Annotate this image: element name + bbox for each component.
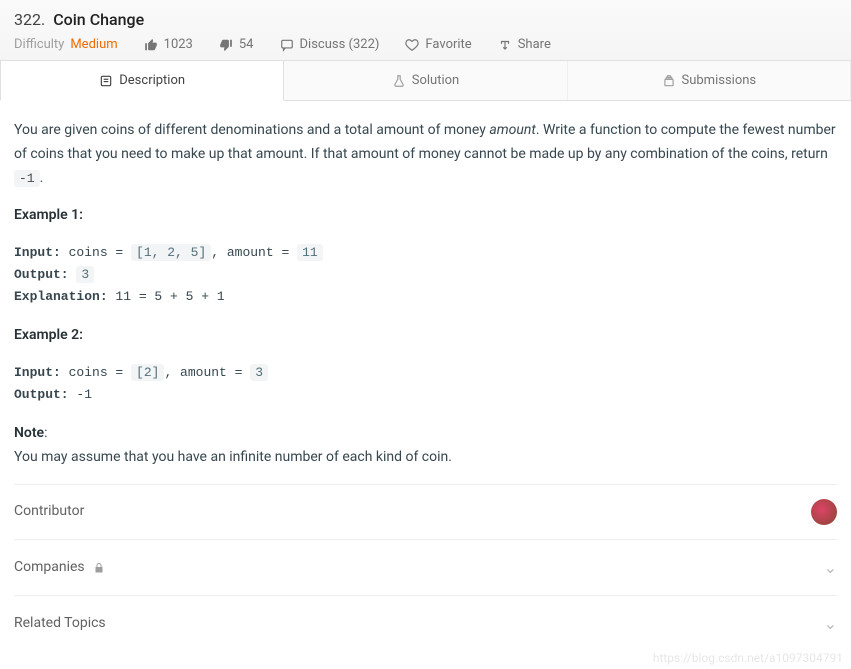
example1-block: Input: coins = [1, 2, 5], amount = 11 Ou…: [14, 242, 837, 308]
ex2-coins: [2]: [131, 364, 164, 381]
discuss-button[interactable]: Discuss (322): [280, 37, 380, 52]
tab-description[interactable]: Description: [0, 61, 284, 101]
description-icon: [99, 74, 113, 88]
contributor-avatar[interactable]: [811, 499, 837, 525]
tab-submissions[interactable]: Submissions: [568, 61, 851, 100]
example1-heading: Example 1:: [14, 207, 83, 223]
lock-icon: [93, 562, 105, 574]
intro-text-c: .: [40, 170, 44, 186]
ex1-expl-val: 11 = 5 + 5 + 1: [108, 289, 225, 304]
chevron-down-icon: ⌄: [824, 554, 837, 581]
dislike-count: 54: [239, 37, 254, 52]
contributor-label: Contributor: [14, 500, 84, 524]
related-topics-row[interactable]: Related Topics ⌄: [14, 595, 837, 651]
neg1-code: -1: [14, 170, 40, 187]
meta-row: Difficulty Medium 1023 54 Discuss (322) …: [14, 37, 837, 52]
tab-bar: Description Solution Submissions: [0, 61, 851, 101]
problem-intro: You are given coins of different denomin…: [14, 119, 837, 190]
ex1-input-label: Input:: [14, 245, 61, 260]
companies-label: Companies: [14, 556, 85, 580]
companies-row[interactable]: Companies ⌄: [14, 539, 837, 595]
like-button[interactable]: 1023: [144, 37, 193, 52]
ex1-input-a: coins =: [61, 245, 131, 260]
difficulty-value: Medium: [70, 37, 117, 52]
example2-heading: Example 2:: [14, 327, 83, 343]
problem-title: Coin Change: [53, 10, 144, 29]
note-heading: Note: [14, 425, 44, 441]
comment-icon: [280, 38, 294, 52]
ex1-amount: 11: [297, 244, 323, 261]
difficulty: Difficulty Medium: [14, 37, 118, 52]
discuss-label: Discuss (322): [300, 37, 380, 52]
ex2-output-val: -1: [69, 387, 92, 402]
note-body: You may assume that you have an infinite…: [14, 449, 452, 465]
ex2-amount: 3: [250, 364, 268, 381]
flask-icon: [392, 74, 406, 88]
ex1-output-val: 3: [76, 266, 94, 283]
intro-text-a: You are given coins of different denomin…: [14, 122, 489, 138]
thumb-up-icon: [144, 38, 158, 52]
tab-solution[interactable]: Solution: [284, 61, 567, 100]
ex2-input-label: Input:: [14, 365, 61, 380]
note-block: Note: You may assume that you have an in…: [14, 422, 837, 470]
ex2-output-label: Output:: [14, 387, 69, 402]
thumb-down-icon: [219, 38, 233, 52]
tab-description-label: Description: [119, 73, 185, 88]
problem-content: You are given coins of different denomin…: [0, 101, 851, 669]
share-button[interactable]: Share: [498, 37, 551, 52]
ex2-input-b: , amount =: [164, 365, 250, 380]
stack-icon: [662, 74, 676, 88]
share-label: Share: [518, 37, 551, 52]
contributor-row[interactable]: Contributor: [14, 484, 837, 539]
title-row: 322. Coin Change: [14, 10, 837, 29]
difficulty-label: Difficulty: [14, 37, 64, 52]
problem-number: 322.: [14, 10, 45, 29]
favorite-button[interactable]: Favorite: [405, 37, 471, 52]
ex1-input-b: , amount =: [211, 245, 297, 260]
dislike-button[interactable]: 54: [219, 37, 254, 52]
ex2-input-a: coins =: [61, 365, 131, 380]
problem-header: 322. Coin Change Difficulty Medium 1023 …: [0, 0, 851, 61]
amount-em: amount: [489, 122, 535, 138]
favorite-label: Favorite: [425, 37, 471, 52]
share-icon: [498, 38, 512, 52]
chevron-down-icon: ⌄: [824, 610, 837, 637]
tab-solution-label: Solution: [412, 73, 459, 88]
related-label: Related Topics: [14, 612, 106, 636]
like-count: 1023: [164, 37, 193, 52]
heart-icon: [405, 38, 419, 52]
ex1-output-label: Output:: [14, 267, 69, 282]
ex1-expl-label: Explanation:: [14, 289, 108, 304]
tab-submissions-label: Submissions: [682, 73, 757, 88]
example2-block: Input: coins = [2], amount = 3 Output: -…: [14, 362, 837, 406]
ex1-coins: [1, 2, 5]: [131, 244, 211, 261]
